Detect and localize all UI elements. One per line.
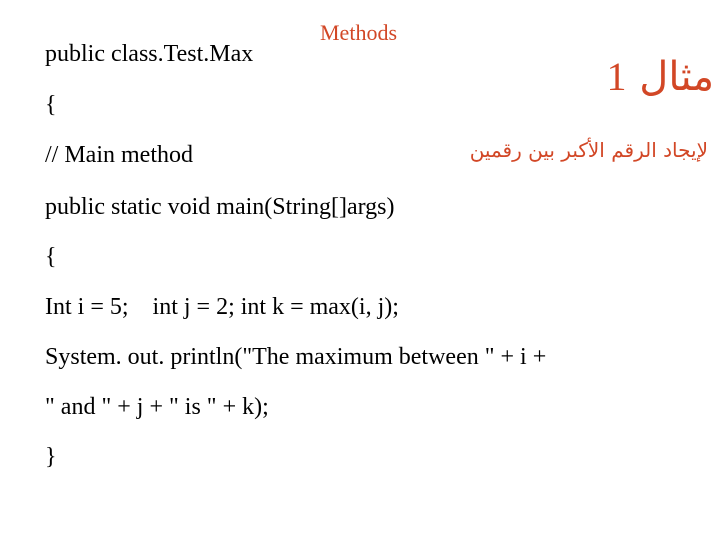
code-line-comment: // Main method bbox=[45, 142, 193, 168]
code-line-println-end: " and " + j + " is " + k); bbox=[45, 394, 269, 420]
code-line-println-start: System. out. println("The maximum betwee… bbox=[45, 344, 547, 370]
slide-title: مثال 1 bbox=[607, 54, 714, 100]
code-line-close-brace: } bbox=[45, 444, 57, 470]
title-text: مثال bbox=[639, 54, 714, 100]
section-heading: Methods bbox=[320, 20, 397, 45]
code-line-main-signature: public static void main(String[]args) bbox=[45, 194, 395, 220]
title-number: 1 bbox=[606, 54, 627, 99]
code-line-declarations: Int i = 5; int j = 2; int k = max(i, j); bbox=[45, 294, 399, 320]
code-line-open-brace-main: { bbox=[45, 244, 57, 270]
slide: Methods مثال 1 لإيجاد الرقم الأكبر بين ر… bbox=[0, 0, 720, 540]
code-line-class-declaration: public class.Test.Max bbox=[45, 41, 254, 67]
slide-subtitle: لإيجاد الرقم الأكبر بين رقمين bbox=[469, 138, 708, 162]
code-line-open-brace: { bbox=[45, 92, 57, 118]
